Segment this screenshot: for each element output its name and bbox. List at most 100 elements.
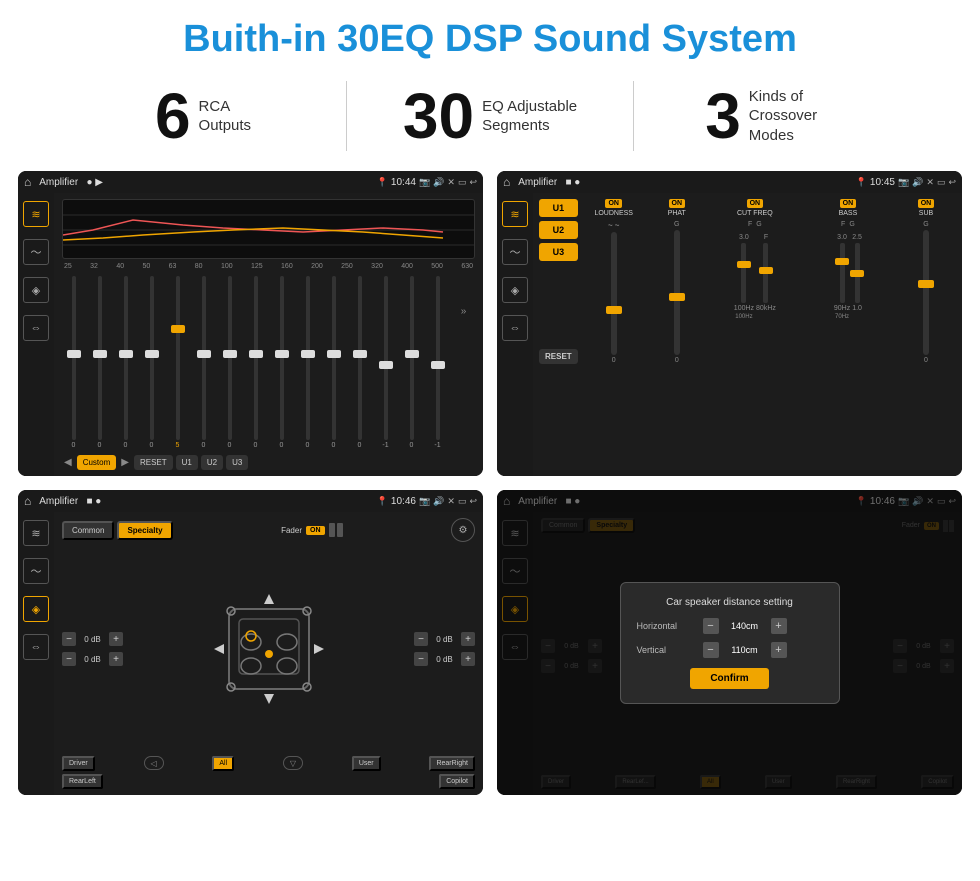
- stat-rca-number: 6: [155, 84, 191, 148]
- eq-freq-labels: 25 32 40 50 63 80 100 125 160 200 250 32…: [62, 263, 475, 270]
- fader-common-tab[interactable]: Common: [62, 521, 114, 540]
- fader-status-bar: ⌂ Amplifier ■ ● 📍 10:46 📷 🔊 ✕ ▭ ↩: [18, 490, 483, 512]
- eq-slider-15[interactable]: -1: [426, 276, 449, 449]
- crossover-u1-btn[interactable]: U1: [539, 199, 578, 217]
- eq-slider-10[interactable]: 0: [296, 276, 319, 449]
- crossover-side-icon-wave[interactable]: 〜: [502, 239, 528, 265]
- fader-driver-btn[interactable]: Driver: [62, 756, 95, 771]
- fader-db3-minus[interactable]: −: [414, 632, 428, 646]
- eq-slider-13[interactable]: -1: [374, 276, 397, 449]
- eq-slider-6[interactable]: 0: [192, 276, 215, 449]
- stat-eq-number: 30: [403, 84, 474, 148]
- fader-down-arrow[interactable]: ▽: [283, 756, 303, 770]
- eq-slider-11[interactable]: 0: [322, 276, 345, 449]
- fader-specialty-tab[interactable]: Specialty: [117, 521, 172, 540]
- fader-db-row-4: − 0 dB +: [414, 652, 475, 666]
- distance-horizontal-label: Horizontal: [637, 621, 697, 631]
- eq-u2-btn[interactable]: U2: [201, 455, 223, 470]
- eq-main-area: 25 32 40 50 63 80 100 125 160 200 250 32…: [54, 193, 483, 476]
- crossover-u2-btn[interactable]: U2: [539, 221, 578, 239]
- fader-db2-minus[interactable]: −: [62, 652, 76, 666]
- crossover-reset-btn[interactable]: RESET: [539, 349, 578, 364]
- fader-copilot-btn[interactable]: Copilot: [439, 774, 475, 789]
- fader-rearright-btn[interactable]: RearRight: [429, 756, 475, 771]
- distance-dialog-title: Car speaker distance setting: [637, 597, 823, 608]
- eq-location-icon: 📍: [377, 177, 388, 188]
- eq-slider-5[interactable]: 5: [166, 276, 189, 449]
- eq-side-icon-arrows[interactable]: ⇔: [23, 315, 49, 341]
- eq-home-icon[interactable]: ⌂: [24, 175, 31, 189]
- eq-freq-25: 25: [64, 263, 72, 270]
- eq-side-icon-wave[interactable]: 〜: [23, 239, 49, 265]
- eq-freq-125: 125: [251, 263, 263, 270]
- distance-dialog-box: Car speaker distance setting Horizontal …: [620, 582, 840, 704]
- fader-close-icon: ✕: [447, 496, 455, 507]
- eq-slider-9[interactable]: 0: [270, 276, 293, 449]
- crossover-side-icon-arrows[interactable]: ⇔: [502, 315, 528, 341]
- stat-eq-label: EQ AdjustableSegments: [482, 97, 577, 136]
- fader-rearleft-btn[interactable]: RearLeft: [62, 774, 103, 789]
- distance-vertical-plus[interactable]: +: [771, 642, 787, 658]
- eq-slider-2[interactable]: 0: [88, 276, 111, 449]
- screens-grid: ⌂ Amplifier ● ▶ 📍 10:44 📷 🔊 ✕ ▭ ↩ ≋ 〜 ◈ …: [0, 165, 980, 805]
- distance-confirm-button[interactable]: Confirm: [690, 668, 768, 689]
- stat-crossover-number: 3: [705, 84, 741, 148]
- eq-slider-8[interactable]: 0: [244, 276, 267, 449]
- fader-db4-plus[interactable]: +: [461, 652, 475, 666]
- eq-slider-14[interactable]: 0: [400, 276, 423, 449]
- eq-slider-4[interactable]: 0: [140, 276, 163, 449]
- fader-side-icon-arrows[interactable]: ⇔: [23, 634, 49, 660]
- eq-u1-btn[interactable]: U1: [176, 455, 198, 470]
- crossover-side-icons: ≋ 〜 ◈ ⇔: [497, 193, 533, 476]
- distance-horizontal-value: 140cm: [725, 621, 765, 631]
- eq-slider-7[interactable]: 0: [218, 276, 241, 449]
- fader-user-btn[interactable]: User: [352, 756, 381, 771]
- eq-slider-1[interactable]: 0: [62, 276, 85, 449]
- eq-freq-50: 50: [142, 263, 150, 270]
- distance-dialog-overlay: Car speaker distance setting Horizontal …: [497, 490, 962, 795]
- crossover-side-icon-speaker[interactable]: ◈: [502, 277, 528, 303]
- eq-side-icon-eq[interactable]: ≋: [23, 201, 49, 227]
- distance-vertical-minus[interactable]: −: [703, 642, 719, 658]
- eq-status-bar: ⌂ Amplifier ● ▶ 📍 10:44 📷 🔊 ✕ ▭ ↩: [18, 171, 483, 193]
- fader-db2-plus[interactable]: +: [109, 652, 123, 666]
- eq-slider-3[interactable]: 0: [114, 276, 137, 449]
- crossover-window-icon: ▭: [937, 177, 946, 188]
- fader-side-icon-speaker[interactable]: ◈: [23, 596, 49, 622]
- crossover-home-icon[interactable]: ⌂: [503, 175, 510, 189]
- crossover-camera-icon: 📷: [898, 177, 909, 188]
- eq-custom-btn[interactable]: Custom: [77, 455, 117, 470]
- crossover-side-icon-eq[interactable]: ≋: [502, 201, 528, 227]
- fader-left-arrow[interactable]: ◁: [144, 756, 164, 770]
- crossover-status-icons: 📍 10:45 📷 🔊 ✕ ▭ ↩: [856, 177, 956, 188]
- fader-db3-plus[interactable]: +: [461, 632, 475, 646]
- fader-all-btn[interactable]: All: [212, 756, 234, 771]
- eq-slider-12[interactable]: 0: [348, 276, 371, 449]
- crossover-u3-btn[interactable]: U3: [539, 243, 578, 261]
- fader-side-icon-eq[interactable]: ≋: [23, 520, 49, 546]
- distance-horizontal-plus[interactable]: +: [771, 618, 787, 634]
- fader-db1-minus[interactable]: −: [62, 632, 76, 646]
- eq-side-icons: ≋ 〜 ◈ ⇔: [18, 193, 54, 476]
- stat-rca-label: RCAOutputs: [199, 97, 252, 136]
- eq-u3-btn[interactable]: U3: [226, 455, 248, 470]
- eq-slider-more[interactable]: »: [452, 276, 475, 449]
- eq-freq-63: 63: [169, 263, 177, 270]
- eq-window-icon: ▭: [458, 177, 467, 188]
- screen-distance: ⌂ Amplifier ■ ● 📍 10:46 📷 🔊 ✕ ▭ ↩ ≋ 〜 ◈ …: [497, 490, 962, 795]
- fader-side-icon-wave[interactable]: 〜: [23, 558, 49, 584]
- distance-horizontal-minus[interactable]: −: [703, 618, 719, 634]
- eq-freq-500: 500: [431, 263, 443, 270]
- eq-prev-btn[interactable]: ◀: [62, 455, 74, 470]
- fader-status-icons: 📍 10:46 📷 🔊 ✕ ▭ ↩: [377, 496, 477, 507]
- fader-db3-value: 0 dB: [432, 635, 457, 644]
- fader-settings-icon[interactable]: ⚙: [451, 518, 475, 542]
- fader-side-icons: ≋ 〜 ◈ ⇔: [18, 512, 54, 795]
- eq-side-icon-speaker[interactable]: ◈: [23, 277, 49, 303]
- eq-next-btn[interactable]: ▶: [119, 455, 131, 470]
- fader-db1-plus[interactable]: +: [109, 632, 123, 646]
- fader-db4-minus[interactable]: −: [414, 652, 428, 666]
- fader-home-icon[interactable]: ⌂: [24, 494, 31, 508]
- eq-reset-btn[interactable]: RESET: [134, 455, 173, 470]
- fader-location-icon: 📍: [377, 496, 388, 507]
